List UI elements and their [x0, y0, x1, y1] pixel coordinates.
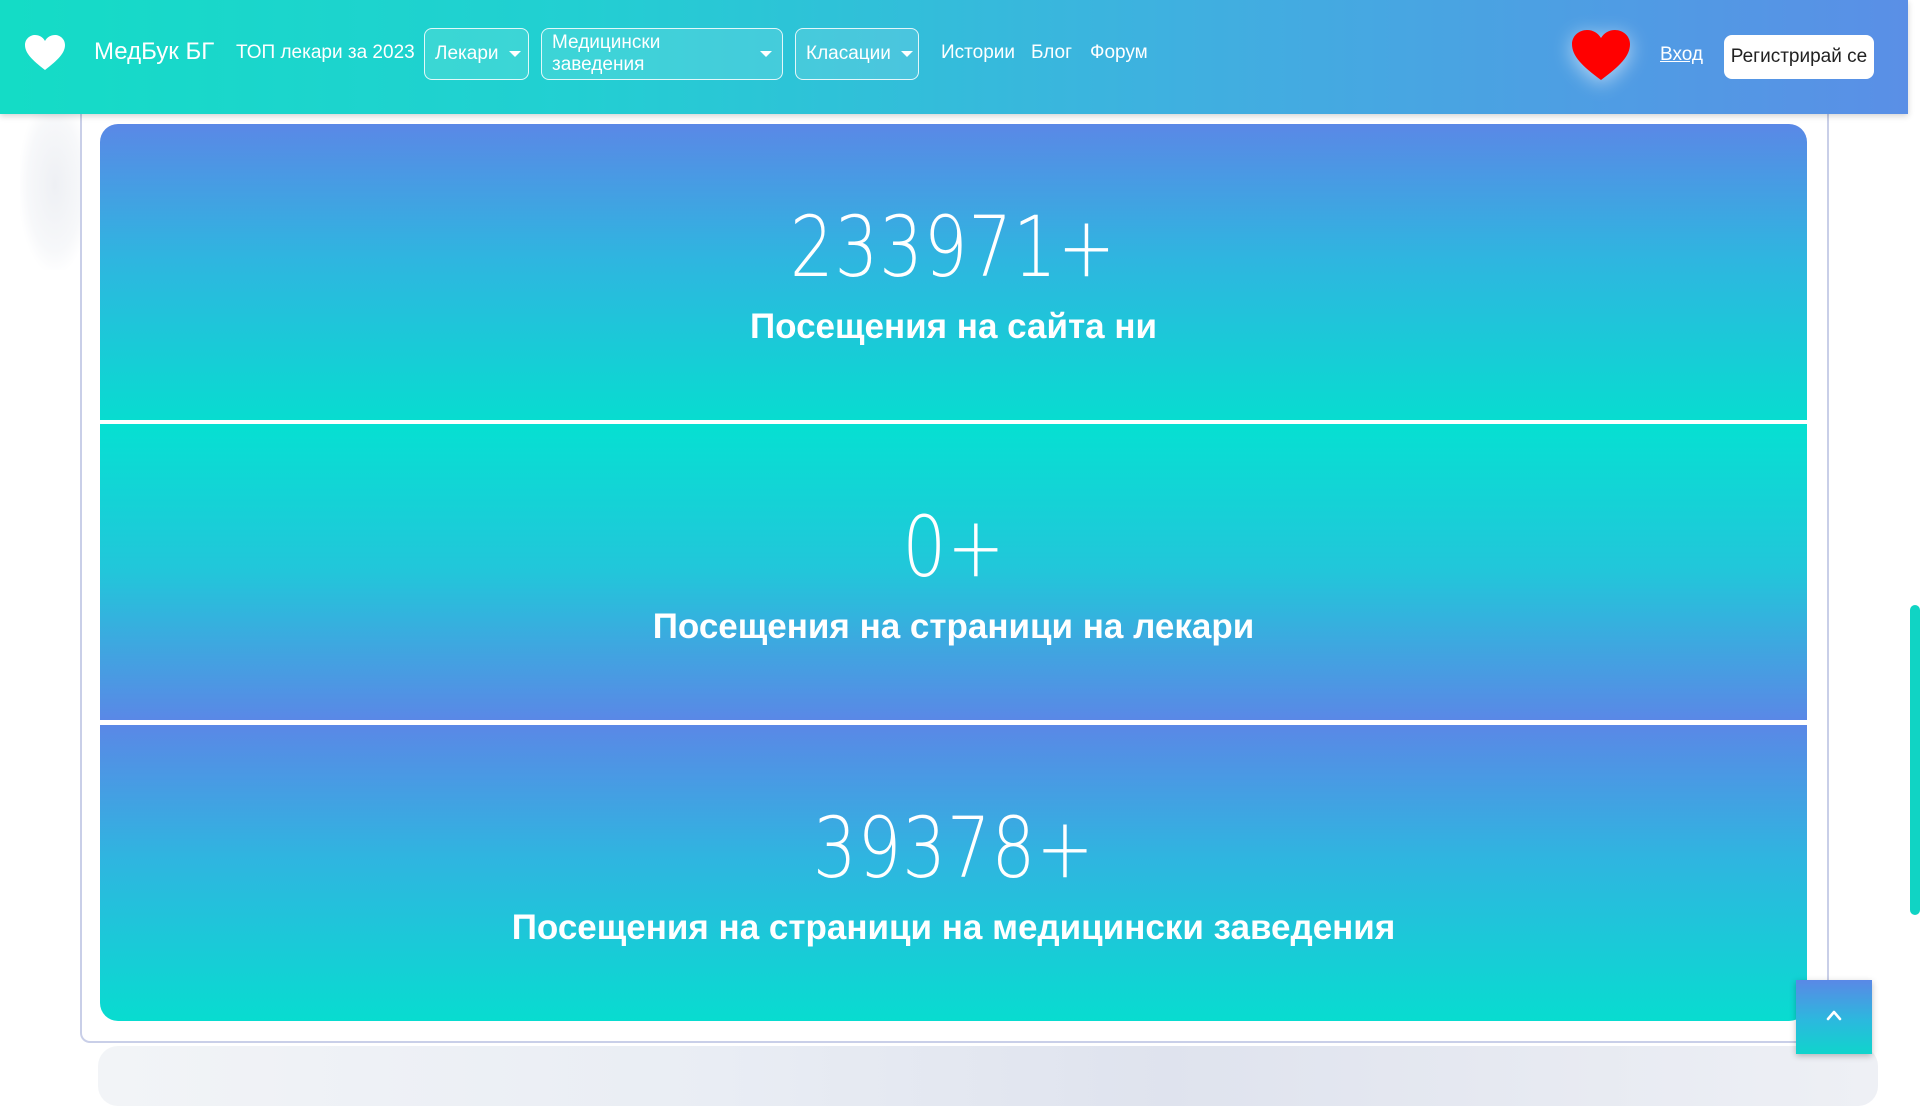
dropdown-label: Лекари	[435, 43, 499, 64]
stat-label: Посещения на страници на лекари	[652, 607, 1255, 646]
top-navbar: МедБук БГ ТОП лекари за 2023 Лекари Меди…	[0, 0, 1908, 114]
brand-name[interactable]: МедБук БГ	[94, 38, 214, 66]
back-to-top-button[interactable]	[1796, 980, 1872, 1054]
stat-value: 39378+	[812, 799, 1095, 897]
stat-value: 233971+	[790, 198, 1117, 296]
top-doctors-link[interactable]: ТОП лекари за 2023	[236, 42, 415, 64]
medical-facilities-dropdown[interactable]: Медицински заведения	[541, 28, 783, 80]
stat-block-doctor-pages: 0+ Посещения на страници на лекари	[100, 424, 1807, 720]
scrollbar-thumb[interactable]	[1910, 605, 1920, 915]
forum-link[interactable]: Форум	[1090, 42, 1148, 64]
stat-label: Посещения на сайта ни	[750, 307, 1157, 346]
favorites-heart-icon[interactable]	[1570, 28, 1632, 82]
caret-down-icon	[760, 51, 772, 57]
stat-value: 0+	[901, 498, 1006, 596]
dropdown-label: Медицински заведения	[552, 32, 661, 75]
login-link[interactable]: Вход	[1660, 44, 1703, 66]
rankings-dropdown[interactable]: Класации	[795, 28, 919, 80]
scrollbar-track[interactable]	[1908, 0, 1920, 1080]
chevron-up-icon	[1826, 1008, 1842, 1026]
dropdown-label: Класации	[806, 43, 891, 64]
stat-label: Посещения на страници на медицински заве…	[511, 908, 1396, 947]
stories-link[interactable]: Истории	[941, 42, 1015, 64]
stat-block-facility-pages: 39378+ Посещения на страници на медицинс…	[100, 725, 1807, 1021]
heart-icon[interactable]	[24, 34, 66, 72]
register-button[interactable]: Регистрирай се	[1724, 35, 1874, 79]
doctors-dropdown[interactable]: Лекари	[424, 28, 529, 80]
next-section-edge	[98, 1046, 1878, 1106]
blog-link[interactable]: Блог	[1031, 42, 1072, 64]
caret-down-icon	[900, 51, 913, 57]
caret-down-icon	[508, 51, 521, 57]
stat-block-site-visits: 233971+ Посещения на сайта ни	[100, 124, 1807, 420]
